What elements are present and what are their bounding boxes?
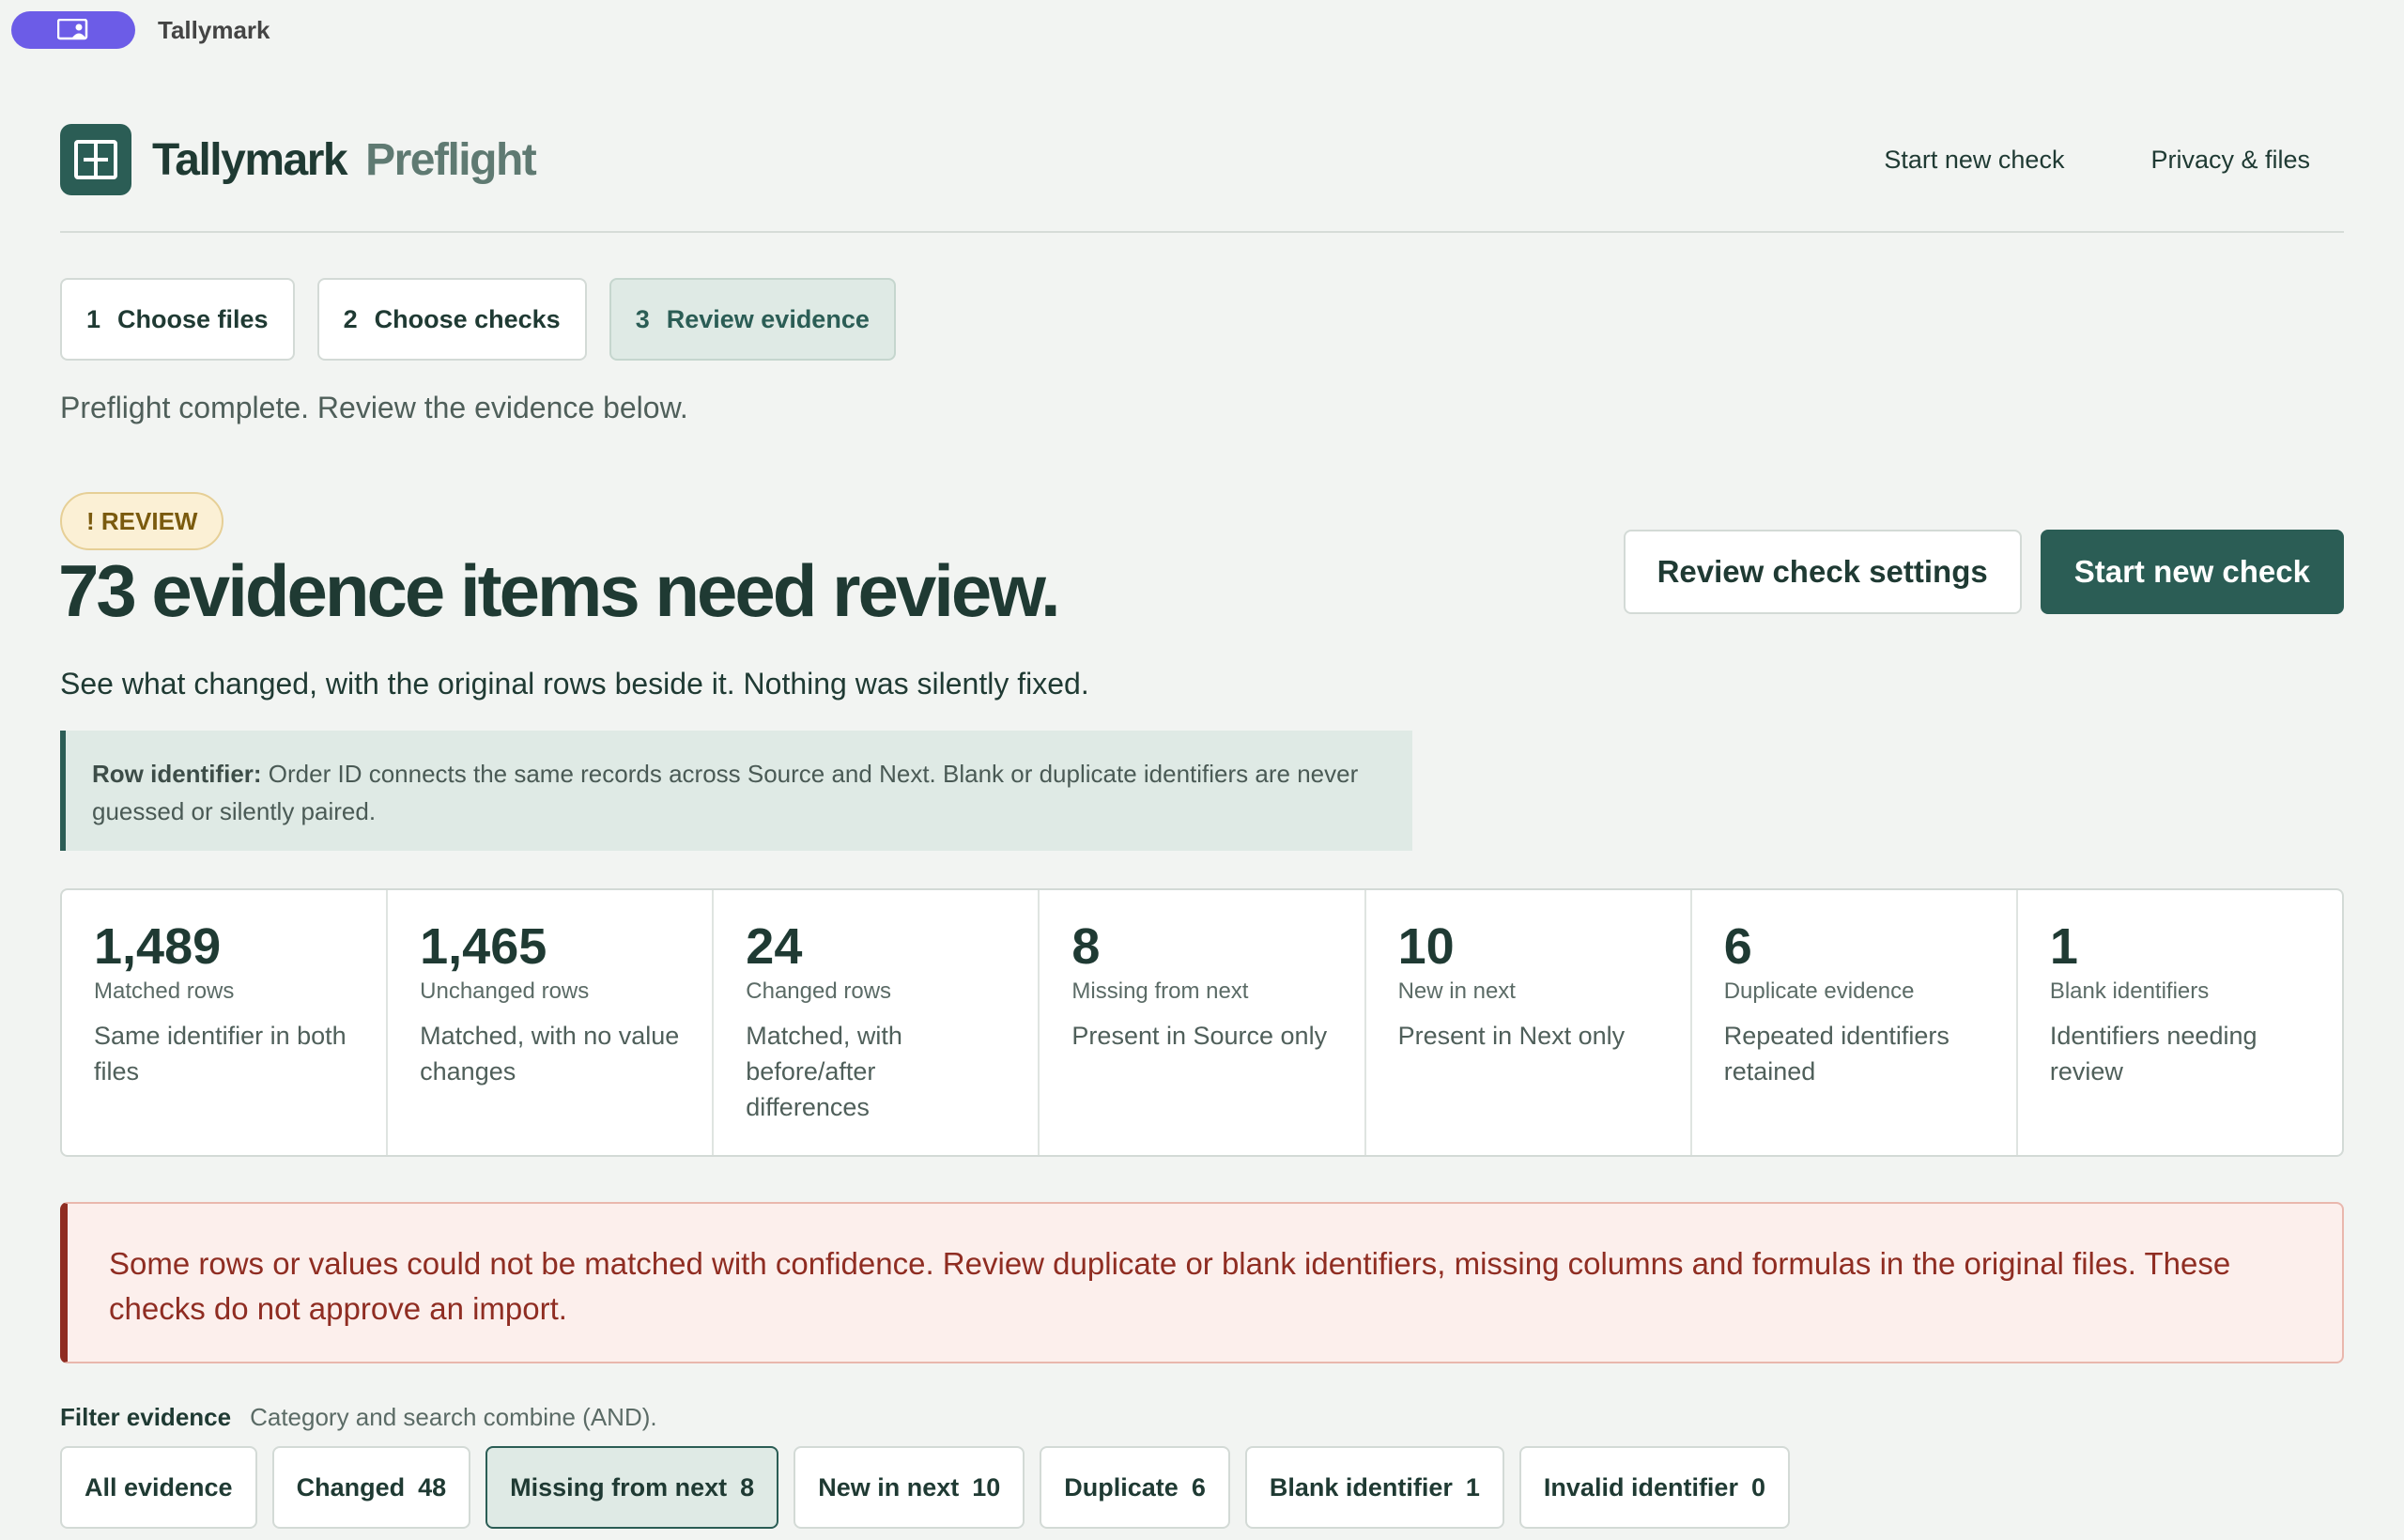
- filter-title: Filter evidence: [60, 1403, 232, 1431]
- stat-description: Matched, with no value changes: [420, 1022, 680, 1086]
- step-label: Review evidence: [666, 304, 870, 333]
- stat-description: Identifiers needing review: [2049, 1022, 2258, 1086]
- filter-header: Filter evidence Category and search comb…: [60, 1403, 657, 1432]
- nav-privacy-files[interactable]: Privacy & files: [2150, 146, 2310, 175]
- stat-value: 10: [1397, 918, 1455, 975]
- status-line: Preflight complete. Review the evidence …: [60, 391, 688, 424]
- stat-description: Matched, with before/after differences: [746, 1022, 902, 1121]
- stat-description: Present in Source only: [1071, 1022, 1328, 1050]
- stat-description: Same identifier in both files: [94, 1022, 347, 1086]
- filter-chip-missing-from-next[interactable]: Missing from next 8: [485, 1446, 779, 1529]
- stat-value: 8: [1071, 918, 1101, 975]
- chip-count: 8: [740, 1472, 755, 1502]
- chip-count: 10: [972, 1472, 1001, 1502]
- stat-new-in-next: 10 New in next Present in Next only: [1366, 890, 1692, 1155]
- stat-blank-identifiers: 1 Blank identifiers Identifiers needing …: [2018, 890, 2342, 1155]
- stat-description: Present in Next only: [1397, 1022, 1626, 1050]
- page-title: 73 evidence items need review.: [58, 549, 1061, 632]
- result-actions: Review check settings Start new check: [1623, 530, 2344, 614]
- filter-chip-changed[interactable]: Changed 48: [271, 1446, 471, 1529]
- stat-matched-rows: 1,489 Matched rows Same identifier in bo…: [62, 890, 389, 1155]
- book-split-icon: [74, 140, 117, 179]
- stat-unchanged-rows: 1,465 Unchanged rows Matched, with no va…: [388, 890, 715, 1155]
- stat-label: Changed rows: [746, 978, 892, 1004]
- stat-label: Unchanged rows: [420, 978, 590, 1004]
- chip-count: 6: [1191, 1472, 1206, 1502]
- step-label: Choose checks: [374, 304, 561, 333]
- stat-value: 1,465: [420, 918, 547, 975]
- nav-start-new-check[interactable]: Start new check: [1884, 146, 2064, 175]
- app-switcher-button[interactable]: [11, 11, 135, 49]
- page-subtitle: See what changed, with the original rows…: [60, 667, 1089, 701]
- top-nav: Start new check Privacy & files: [1884, 146, 2344, 175]
- step-review-evidence[interactable]: 3 Review evidence: [609, 278, 896, 361]
- filter-chip-invalid-identifier[interactable]: Invalid identifier 0: [1518, 1446, 1790, 1529]
- chip-label: Duplicate: [1064, 1472, 1179, 1502]
- filter-chips: All evidence Changed 48 Missing from nex…: [60, 1446, 1790, 1529]
- step-number: 2: [343, 304, 358, 333]
- step-number: 3: [635, 304, 650, 333]
- filter-chip-duplicate[interactable]: Duplicate 6: [1040, 1446, 1230, 1529]
- filter-chip-blank-identifier[interactable]: Blank identifier 1: [1244, 1446, 1504, 1529]
- step-choose-files[interactable]: 1 Choose files: [60, 278, 295, 361]
- chip-count: 0: [1750, 1472, 1765, 1502]
- chip-label: New in next: [818, 1472, 960, 1502]
- note-label: Row identifier:: [92, 760, 262, 788]
- stat-duplicate-evidence: 6 Duplicate evidence Repeated identifier…: [1692, 890, 2018, 1155]
- brand-name: Tallymark: [152, 134, 348, 185]
- row-identifier-note: Row identifier: Order ID connects the sa…: [60, 731, 1412, 851]
- stat-label: Blank identifiers: [2049, 978, 2210, 1004]
- stat-value: 6: [1723, 918, 1752, 975]
- stat-label: Matched rows: [94, 978, 235, 1004]
- stat-changed-rows: 24 Changed rows Matched, with before/aft…: [714, 890, 1040, 1155]
- filter-chip-all-evidence[interactable]: All evidence: [60, 1446, 257, 1529]
- app-name: Tallymark: [158, 15, 270, 44]
- stat-missing-from-next: 8 Missing from next Present in Source on…: [1040, 890, 1366, 1155]
- stat-value: 24: [746, 918, 803, 975]
- site-header: Tallymark Preflight Start new check Priv…: [60, 109, 2344, 233]
- filter-chip-new-in-next[interactable]: New in next 10: [794, 1446, 1025, 1529]
- chip-label: Blank identifier: [1269, 1472, 1453, 1502]
- app-bar: Tallymark: [0, 0, 2404, 60]
- chip-label: All evidence: [85, 1472, 233, 1502]
- chip-count: 48: [418, 1472, 447, 1502]
- stat-description: Repeated identifiers retained: [1723, 1022, 1949, 1086]
- step-number: 1: [86, 304, 101, 333]
- stat-value: 1,489: [94, 918, 222, 975]
- chip-label: Invalid identifier: [1543, 1472, 1738, 1502]
- review-badge: ! REVIEW: [60, 492, 224, 550]
- note-text: Order ID connects the same records acros…: [92, 760, 1359, 825]
- step-label: Choose files: [117, 304, 269, 333]
- logo[interactable]: [60, 124, 131, 195]
- filter-hint: Category and search combine (AND).: [250, 1403, 657, 1431]
- stat-label: Missing from next: [1071, 978, 1249, 1004]
- step-choose-checks[interactable]: 2 Choose checks: [316, 278, 587, 361]
- chip-count: 1: [1465, 1472, 1480, 1502]
- start-new-check-button[interactable]: Start new check: [2040, 530, 2344, 614]
- step-tabs: 1 Choose files 2 Choose checks 3 Review …: [60, 278, 896, 361]
- stat-label: Duplicate evidence: [1723, 978, 1915, 1004]
- remote-desktop-icon: [57, 19, 88, 40]
- stat-label: New in next: [1397, 978, 1516, 1004]
- brand-product: Preflight: [365, 134, 537, 185]
- stat-value: 1: [2049, 918, 2078, 975]
- chip-label: Changed: [296, 1472, 406, 1502]
- review-check-settings-button[interactable]: Review check settings: [1623, 530, 2022, 614]
- confidence-alert: Some rows or values could not be matched…: [60, 1202, 2344, 1363]
- stats-summary: 1,489 Matched rows Same identifier in bo…: [60, 888, 2344, 1157]
- chip-label: Missing from next: [510, 1472, 728, 1502]
